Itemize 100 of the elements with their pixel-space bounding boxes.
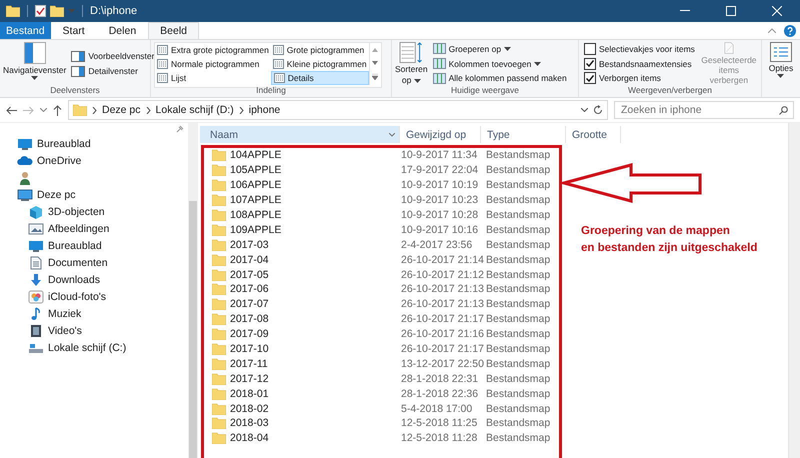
search-field[interactable]: Zoeken in iphone <box>614 101 794 119</box>
sidebar-item[interactable]: Documenten <box>0 254 188 271</box>
folder-icon <box>212 164 226 176</box>
caret-icon <box>534 62 542 66</box>
pin-icon[interactable] <box>176 125 184 133</box>
column-header[interactable]: Gewijzigd op <box>400 126 481 143</box>
type-cell-text: Bestandsmap <box>485 179 552 192</box>
file-name-cell[interactable]: 105APPLE <box>200 164 400 176</box>
layout-option[interactable]: Normale pictogrammen <box>155 57 271 71</box>
help-icon[interactable] <box>784 24 796 36</box>
collapse-ribbon-icon[interactable] <box>768 28 776 33</box>
view-icon <box>272 59 284 69</box>
folder-icon <box>212 298 226 310</box>
modified-cell: 26-10-2017 21:12 <box>400 268 481 281</box>
ribbon-tab[interactable]: Bestand <box>0 22 51 39</box>
pane-layout-icon <box>71 50 86 62</box>
checkbox-option[interactable]: Selectievakjes voor items <box>582 42 697 56</box>
address-bar[interactable]: Deze pc Lokale schijf (D:) iphone <box>68 100 608 120</box>
layout-option[interactable]: Grote pictogrammen <box>270 43 369 57</box>
layout-option[interactable]: Details <box>270 71 369 85</box>
view-command[interactable]: Alle kolommen passend maken <box>430 71 569 86</box>
file-name-cell[interactable]: 2017-04 <box>200 254 400 266</box>
dropdown-icon[interactable] <box>581 108 588 112</box>
file-name-cell[interactable]: 2018-02 <box>200 402 400 415</box>
column-header[interactable]: Type <box>481 126 566 143</box>
breadcrumb[interactable]: iphone <box>248 104 280 116</box>
up-arrow-icon[interactable] <box>53 104 62 116</box>
breadcrumb[interactable]: Lokale schijf (D:) <box>156 104 234 116</box>
navigation-pane-button[interactable]: Navigatievenster <box>3 42 66 85</box>
pane-toggle[interactable]: Detailvenster <box>69 64 156 78</box>
file-name-cell[interactable]: 108APPLE <box>200 209 400 221</box>
sidebar-item[interactable]: 3D-objecten <box>0 203 188 220</box>
view-command[interactable]: Groeperen op <box>430 42 569 56</box>
file-name-cell[interactable]: 106APPLE <box>200 179 400 192</box>
file-name-cell[interactable]: 2017-07 <box>200 298 400 310</box>
ribbon-tab[interactable]: Beeld <box>148 22 200 39</box>
pane-layout-icon <box>24 42 46 64</box>
folder-icon <box>212 194 226 206</box>
expand-icon[interactable] <box>372 74 378 80</box>
layout-option[interactable]: Kleine pictogrammen <box>270 57 369 71</box>
file-name-cell[interactable]: 2018-03 <box>200 417 400 430</box>
file-name-cell[interactable]: 104APPLE <box>200 149 400 162</box>
pane-toggle[interactable]: Voorbeeldvenster <box>69 49 156 63</box>
scrollbar[interactable] <box>788 123 800 458</box>
file-name-cell[interactable]: 2018-04 <box>200 432 400 444</box>
ribbon-tab[interactable]: Start <box>50 22 97 39</box>
type-cell-text: Bestandsmap <box>485 417 552 430</box>
file-name-cell[interactable]: 2017-10 <box>200 343 400 356</box>
sidebar-item[interactable]: Bureaublad <box>0 237 188 254</box>
modified-cell-text: 12-5-2018 11:28 <box>400 432 478 444</box>
options-button[interactable]: Opties <box>768 42 794 97</box>
column-header[interactable]: Naam <box>200 126 400 143</box>
file-name-cell[interactable]: 2017-12 <box>200 372 400 385</box>
sidebar-item[interactable]: Afbeeldingen <box>0 220 188 237</box>
back-arrow-icon[interactable] <box>6 106 17 114</box>
view-command[interactable]: Kolommen toevoegen <box>430 56 569 70</box>
file-name-cell[interactable]: 109APPLE <box>200 224 400 236</box>
refresh-icon[interactable] <box>593 105 603 115</box>
columns-icon <box>432 58 446 69</box>
file-name-cell[interactable]: 2018-01 <box>200 388 400 400</box>
file-name-cell[interactable]: 107APPLE <box>200 194 400 206</box>
file-name-cell[interactable]: 2017-11 <box>200 358 400 370</box>
monitor-icon <box>28 238 44 252</box>
checkbox[interactable] <box>584 42 596 55</box>
sidebar-item[interactable]: iCloud-foto's <box>0 288 188 305</box>
sidebar-item[interactable]: Muziek <box>0 305 188 322</box>
column-header[interactable]: Grootte <box>566 126 621 143</box>
checkbox[interactable] <box>584 72 596 84</box>
sidebar-item[interactable]: Lokale schijf (C:) <box>0 339 188 356</box>
sidebar-item[interactable]: OneDrive <box>0 152 188 169</box>
type-cell-text: Bestandsmap <box>485 149 552 162</box>
file-name-cell[interactable]: 2017-06 <box>200 283 400 296</box>
film-icon <box>28 324 44 338</box>
file-name-cell[interactable]: 2017-09 <box>200 328 400 340</box>
recent-dropdown-icon[interactable] <box>40 108 47 112</box>
ribbon-tab[interactable]: Delen <box>96 22 148 39</box>
document-icon <box>28 256 44 270</box>
breadcrumb[interactable]: Deze pc <box>102 104 141 116</box>
scroll-down-icon[interactable] <box>372 60 378 65</box>
scroll-up-icon[interactable] <box>372 48 378 52</box>
modified-cell: 26-10-2017 21:16 <box>400 328 481 340</box>
layout-option[interactable]: Extra grote pictogrammen <box>155 43 271 57</box>
checkbox[interactable] <box>584 58 596 70</box>
view-icon <box>157 59 168 69</box>
modified-cell-text: 10-9-2017 11:34 <box>400 149 478 162</box>
sidebar-item[interactable]: Deze pc <box>0 186 188 203</box>
file-name-cell[interactable]: 2017-03 <box>200 238 400 251</box>
sort-button[interactable]: Sorteren op <box>395 42 428 85</box>
properties-icon[interactable] <box>35 5 46 17</box>
file-name-cell[interactable]: 2017-08 <box>200 313 400 326</box>
file-name-cell[interactable]: 2017-05 <box>200 268 400 281</box>
folder-icon <box>212 432 226 444</box>
checkbox-option[interactable]: Verborgen items <box>582 71 697 86</box>
scrollbar[interactable] <box>188 123 198 458</box>
checkbox-option[interactable]: Bestandsnaamextensies <box>582 56 697 70</box>
sidebar-item[interactable]: Video's <box>0 322 188 339</box>
layout-option[interactable]: Lijst <box>155 71 271 85</box>
sidebar-item[interactable]: Bureaublad <box>0 135 188 152</box>
sidebar-item[interactable]: Downloads <box>0 271 188 288</box>
folder-icon <box>212 417 226 430</box>
